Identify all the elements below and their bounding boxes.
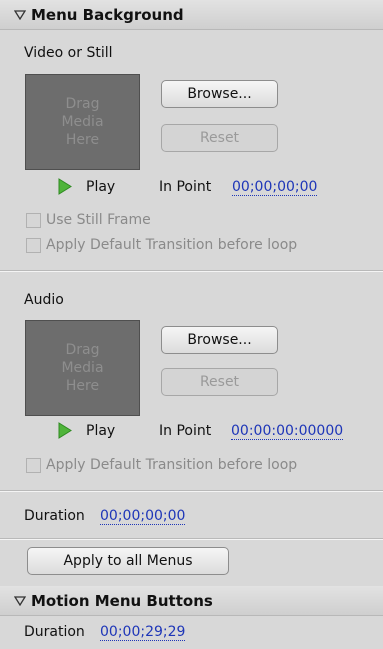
video-in-point-label: In Point [159,179,212,195]
play-label: Play [86,422,116,439]
play-icon [58,178,72,195]
video-media-drop-zone[interactable]: Drag Media Here [25,74,140,170]
checkbox-label: Apply Default Transition before loop [46,237,298,253]
divider [0,490,383,492]
video-browse-button[interactable]: Browse... [161,80,278,108]
use-still-frame-checkbox[interactable]: Use Still Frame [26,212,151,228]
checkbox-label: Apply Default Transition before loop [46,457,298,473]
audio-in-point-label: In Point [159,423,212,439]
divider [0,538,383,540]
duration-label: Duration [24,508,85,524]
checkbox-box[interactable] [26,237,41,253]
checkbox-box[interactable] [26,457,41,473]
drop-zone-text: Drag Media Here [61,96,104,148]
collapse-triangle-icon [14,9,26,20]
audio-apply-default-transition-checkbox[interactable]: Apply Default Transition before loop [26,457,297,473]
checkbox-label: Use Still Frame [46,212,151,228]
motion-duration-timecode[interactable]: 00;00;29;29 [100,624,186,641]
audio-browse-button[interactable]: Browse... [161,326,278,354]
video-in-point-timecode[interactable]: 00;00;00;00 [232,179,318,196]
checkbox-box[interactable] [26,212,41,228]
menu-background-header[interactable]: Menu Background [0,0,383,30]
collapse-triangle-icon [14,595,26,606]
audio-label: Audio [24,292,64,308]
motion-duration-label: Duration [24,624,85,640]
video-or-still-label: Video or Still [24,45,113,61]
section-title: Motion Menu Buttons [31,591,213,610]
play-label: Play [86,178,116,195]
audio-media-drop-zone[interactable]: Drag Media Here [25,320,140,416]
video-reset-button[interactable]: Reset [161,124,278,152]
video-play-button[interactable]: Play [58,178,115,195]
audio-in-point-timecode[interactable]: 00:00:00:00000 [231,423,344,440]
duration-timecode[interactable]: 00;00;00;00 [100,508,186,525]
apply-to-all-menus-button[interactable]: Apply to all Menus [27,547,229,575]
motion-menu-buttons-header[interactable]: Motion Menu Buttons [0,586,383,616]
play-icon [58,422,72,439]
divider [0,270,383,272]
drop-zone-text: Drag Media Here [61,342,104,394]
video-apply-default-transition-checkbox[interactable]: Apply Default Transition before loop [26,237,297,253]
audio-play-button[interactable]: Play [58,422,115,439]
section-title: Menu Background [31,5,184,24]
audio-reset-button[interactable]: Reset [161,368,278,396]
